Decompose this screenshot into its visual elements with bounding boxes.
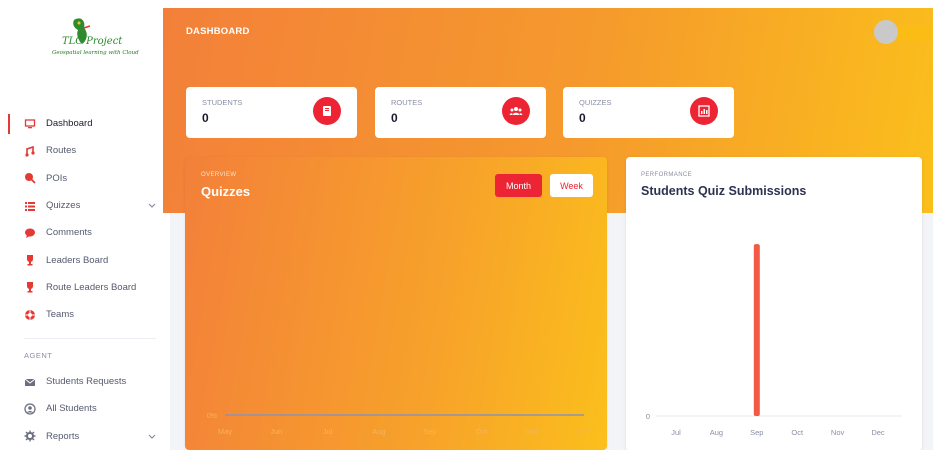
stat-value: 0: [579, 111, 586, 125]
sidebar-item-label: Quizzes: [46, 200, 81, 212]
x-tick-label: Nov: [526, 427, 540, 436]
x-tick-label: Sep: [423, 427, 436, 436]
x-tick-label: May: [218, 427, 232, 436]
overview-card: OVERVIEW Quizzes Month Week 0% May Jun Jul A…: [185, 157, 607, 450]
content-background: [607, 213, 626, 450]
sidebar-section-agent: AGENT: [24, 351, 53, 360]
stat-label: STUDENTS: [202, 98, 243, 107]
dashboard-page: TLC Project Geospatial learning with Clo…: [0, 0, 933, 450]
list-icon: [24, 200, 36, 212]
trophy-icon: [24, 254, 36, 266]
sidebar-item-label: Leaders Board: [46, 254, 109, 266]
x-tick-label: Oct: [476, 427, 489, 436]
poi-icon: [24, 172, 36, 184]
app-logo[interactable]: TLC Project Geospatial learning with Clo…: [52, 16, 139, 71]
bar: [753, 244, 760, 416]
y-tick-label: 0: [646, 412, 650, 421]
x-tick-label: Oct: [791, 428, 804, 437]
monitor-icon: [24, 118, 36, 130]
x-tick-label: Jul: [671, 428, 681, 437]
stat-card-routes: ROUTES 0: [375, 87, 546, 138]
user-menu-toggle[interactable]: [898, 25, 933, 41]
sidebar-item-dashboard[interactable]: Dashboard: [0, 110, 170, 137]
sidebar-item-route-leaders-board[interactable]: Route Leaders Board: [0, 274, 170, 301]
logo-subtitle: Geospatial learning with Cloud: [52, 50, 139, 56]
sidebar-item-label: Reports: [46, 430, 80, 442]
sidebar-item-comments[interactable]: Comments: [0, 219, 170, 246]
sidebar-item-label: POIs: [46, 172, 68, 184]
gear-icon: [24, 430, 36, 442]
quizzes-line-chart: 0%May Jun Jul Aug Sep Oct Nov Dec: [207, 413, 591, 436]
sidebar-item-label: Route Leaders Board: [46, 281, 137, 293]
sidebar-item-students-requests[interactable]: Students Requests: [0, 368, 170, 395]
page-title: DASHBOARD: [186, 26, 250, 37]
mail-icon: [24, 376, 36, 388]
content-background: [170, 213, 185, 450]
x-tick-label: Jun: [270, 427, 282, 436]
logo-title: TLC Project: [62, 36, 123, 47]
performance-card: PERFORMANCE Students Quiz Submissions 0J…: [626, 157, 922, 450]
y-tick-label: 0%: [207, 413, 217, 420]
sidebar-item-label: Dashboard: [46, 118, 93, 130]
sidebar-divider: [24, 338, 156, 339]
submissions-bar-chart: 0 Jul Aug Sep Oct Nov Dec: [646, 244, 902, 437]
content-background: [922, 213, 933, 450]
sidebar-item-all-students[interactable]: All Students: [0, 395, 170, 422]
x-tick-label: Dec: [577, 427, 591, 436]
trophy-icon: [24, 281, 36, 293]
x-tick-label: Dec: [871, 428, 885, 437]
sidebar-item-leaders-board[interactable]: Leaders Board: [0, 246, 170, 273]
stat-card-quizzes: QUIZZES 0: [563, 87, 734, 138]
stat-label: QUIZZES: [579, 98, 612, 107]
x-tick-label: Aug: [372, 427, 385, 436]
stat-label: ROUTES: [391, 98, 423, 107]
sidebar-item-label: Teams: [46, 309, 74, 321]
sidebar-item-quizzes[interactable]: Quizzes: [0, 192, 170, 219]
sidebar-item-pois[interactable]: POIs: [0, 165, 170, 192]
sidebar-item-teams[interactable]: Teams: [0, 301, 170, 328]
comment-icon: [24, 227, 36, 239]
lifebuoy-icon: [24, 309, 36, 321]
stat-value: 0: [391, 111, 398, 125]
x-tick-label: Jul: [323, 427, 333, 436]
stat-value: 0: [202, 111, 209, 125]
sidebar-item-label: Students Requests: [46, 376, 127, 388]
book-icon: [313, 97, 341, 125]
sidebar-item-label: Routes: [46, 145, 77, 157]
sidebar: TLC Project Geospatial learning with Clo…: [0, 0, 170, 450]
chevron-down-icon: [148, 432, 156, 443]
chevron-down-icon: [148, 201, 156, 212]
x-tick-label: Aug: [710, 428, 723, 437]
users-icon: [502, 97, 530, 125]
sidebar-agent-nav: Students Requests All Students Reports: [0, 368, 170, 450]
sidebar-item-reports[interactable]: Reports: [0, 423, 170, 450]
sidebar-item-routes[interactable]: Routes: [0, 137, 170, 164]
sidebar-item-label: All Students: [46, 403, 97, 415]
user-icon: [24, 403, 36, 415]
avatar[interactable]: [874, 20, 898, 44]
stat-card-students: STUDENTS 0: [186, 87, 357, 138]
sidebar-nav: Dashboard Routes POIs Quizzes Comments L…: [0, 110, 170, 328]
sidebar-item-label: Comments: [46, 227, 92, 239]
x-tick-label: Sep: [750, 428, 763, 437]
chart-icon: [690, 97, 718, 125]
x-tick-label: Nov: [831, 428, 845, 437]
route-icon: [24, 145, 36, 157]
